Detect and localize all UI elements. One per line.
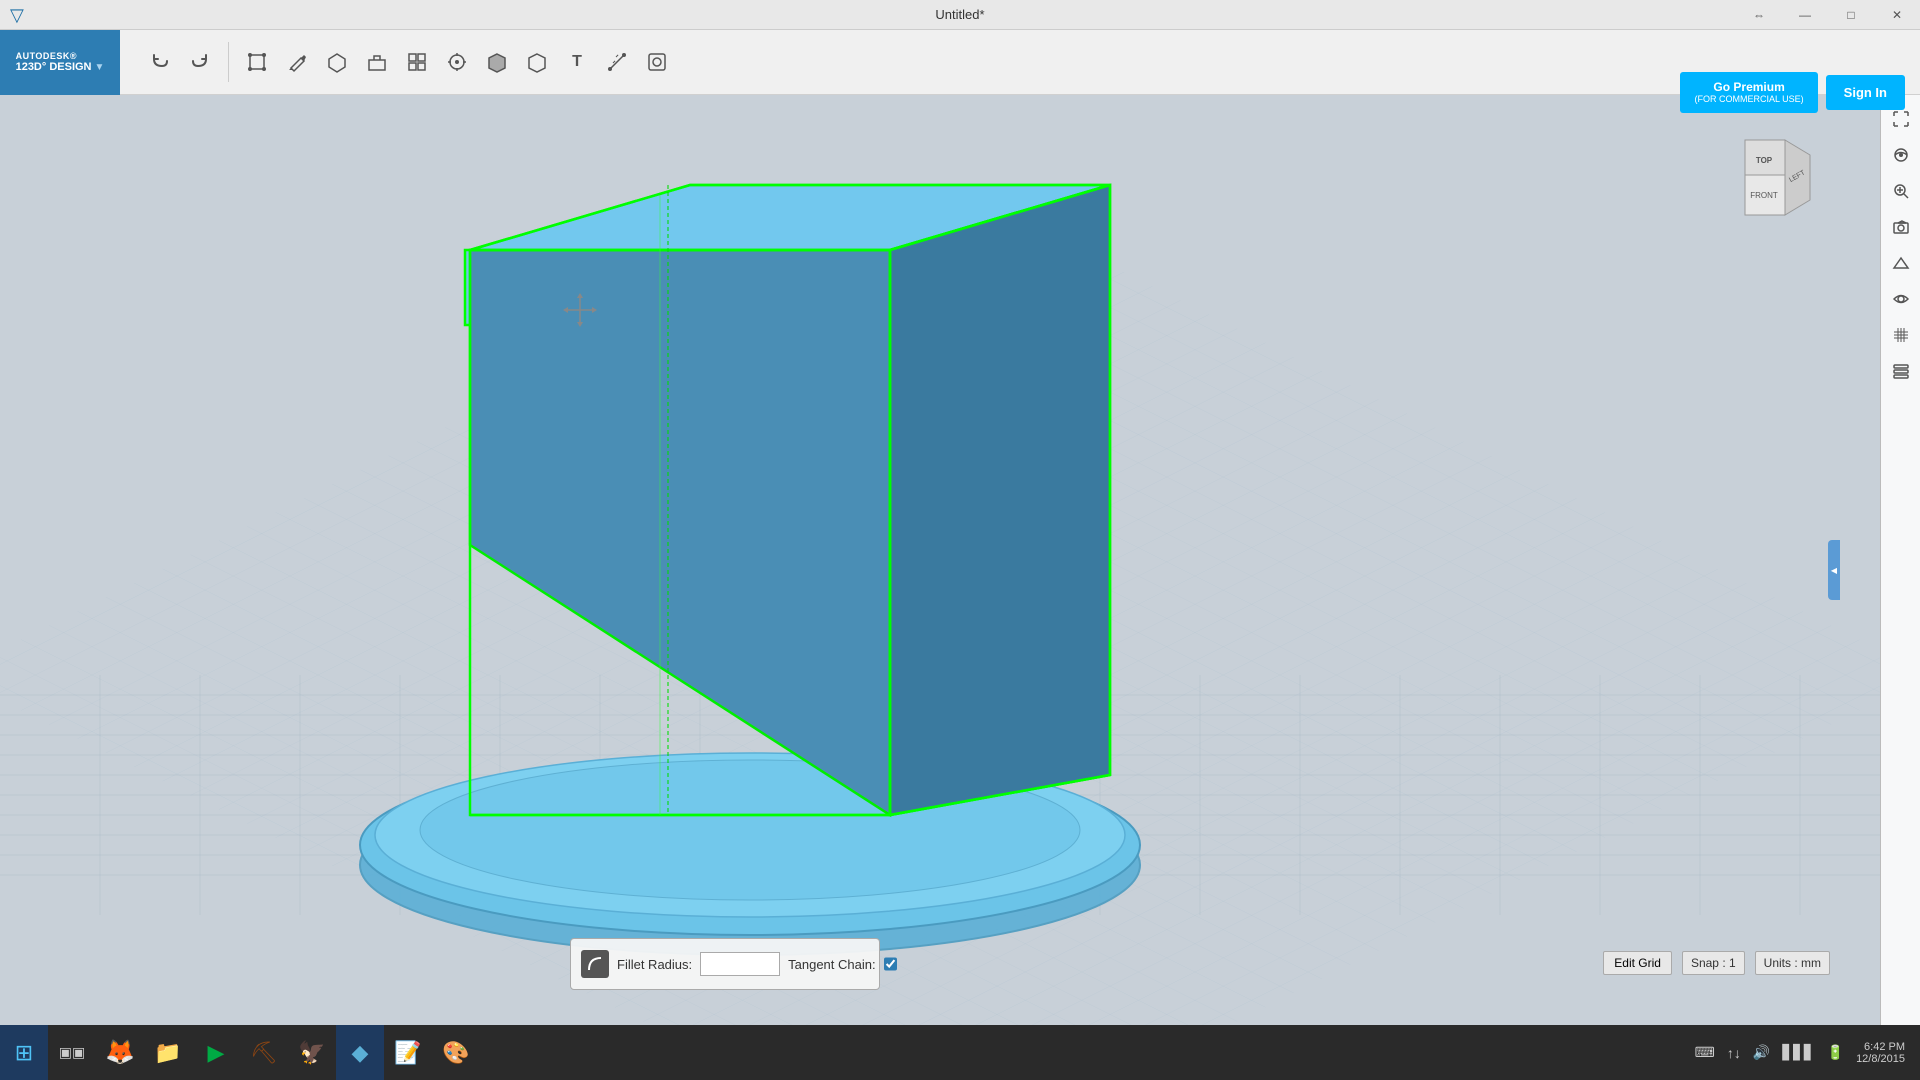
- taskbar: ⊞ ▣▣ 🦊 📁 ▶ ⛏ 🦅 ◆ 📝 🎨 ⌨ ↑↓ 🔊 ▋▋▋: [0, 1025, 1920, 1080]
- system-tray: ⌨ ↑↓ 🔊 ▋▋▋ 🔋 6:42 PM 12/8/2015: [1695, 1025, 1920, 1080]
- tangent-chain-checkbox[interactable]: [884, 955, 897, 973]
- window-controls: ⇔ — □ ✕: [1736, 0, 1920, 30]
- snap-info: Snap : 1: [1682, 951, 1745, 975]
- minimize-btn[interactable]: —: [1782, 0, 1828, 30]
- sketch-btn[interactable]: [279, 44, 315, 80]
- volume-icon: 🔊: [1753, 1044, 1770, 1061]
- premium-sublabel: (FOR COMMERCIAL USE): [1694, 94, 1803, 105]
- premium-label: Go Premium: [1713, 80, 1784, 94]
- pattern-btn[interactable]: [399, 44, 435, 80]
- paint-btn[interactable]: 🎨: [432, 1025, 480, 1080]
- 3d-scene: TOP FRONT LEFT: [0, 95, 1880, 1045]
- logo-area[interactable]: AUTODESK® 123D° DESIGN ▼: [0, 30, 120, 95]
- signal-icon: ▋▋▋: [1782, 1044, 1814, 1061]
- task-view-icon: ▣▣: [59, 1044, 85, 1061]
- solid-btn[interactable]: [479, 44, 515, 80]
- collapse-icon: ◀: [1831, 566, 1837, 575]
- media-icon: ▶: [208, 1040, 225, 1066]
- sep1: [228, 42, 229, 82]
- edit-grid-btn[interactable]: Edit Grid: [1603, 951, 1672, 975]
- grid-toggle-btn[interactable]: [1885, 319, 1917, 351]
- windows-icon: ⊞: [15, 1040, 33, 1066]
- date-display: 12/8/2015: [1856, 1053, 1905, 1065]
- time-display: 6:42 PM: [1864, 1041, 1905, 1053]
- window-title: Untitled*: [935, 7, 984, 22]
- primitives-btn[interactable]: [319, 44, 355, 80]
- zoom-btn[interactable]: [1885, 175, 1917, 207]
- media-player-btn[interactable]: ▶: [192, 1025, 240, 1080]
- restore-btn[interactable]: ⇔: [1736, 0, 1782, 30]
- maximize-btn[interactable]: □: [1828, 0, 1874, 30]
- fillet-radius-input[interactable]: [700, 952, 780, 976]
- clock-area: 6:42 PM 12/8/2015: [1856, 1041, 1905, 1065]
- camera-btn[interactable]: [1885, 211, 1917, 243]
- smart-scale-btn[interactable]: [239, 44, 275, 80]
- logo-dropdown-arrow[interactable]: ▼: [95, 62, 105, 73]
- premium-area: Go Premium (FOR COMMERCIAL USE) Sign In: [1680, 60, 1920, 125]
- snap-btn[interactable]: [439, 44, 475, 80]
- keyboard-icon: ⌨: [1695, 1044, 1715, 1061]
- eagle-btn[interactable]: 🦅: [288, 1025, 336, 1080]
- folder-icon: 📁: [154, 1040, 181, 1066]
- start-menu-btn[interactable]: ⊞: [0, 1025, 48, 1080]
- measure-btn[interactable]: [599, 44, 635, 80]
- units-info: Units : mm: [1755, 951, 1830, 975]
- text-icon: T: [572, 53, 582, 71]
- go-premium-btn[interactable]: Go Premium (FOR COMMERCIAL USE): [1680, 72, 1817, 113]
- object-list-btn[interactable]: [1885, 355, 1917, 387]
- grid-controls: Edit Grid Snap : 1 Units : mm: [1603, 951, 1830, 975]
- sign-in-btn[interactable]: Sign In: [1826, 75, 1905, 110]
- perspective-btn[interactable]: [1885, 247, 1917, 279]
- right-tools-panel: [1880, 95, 1920, 1045]
- close-btn[interactable]: ✕: [1874, 0, 1920, 30]
- tangent-chain-label: Tangent Chain:: [788, 957, 875, 972]
- task-view-btn[interactable]: ▣▣: [48, 1025, 96, 1080]
- title-bar: ▽ Untitled* ⇔ — □ ✕: [0, 0, 1920, 30]
- active-app-icon: ◆: [352, 1040, 369, 1066]
- main-toolbar: AUTODESK® 123D° DESIGN ▼ T: [0, 30, 1920, 95]
- logo-line1: AUTODESK®: [16, 51, 77, 61]
- minecraft-btn[interactable]: ⛏: [240, 1025, 288, 1080]
- app-icon: ▽: [10, 5, 24, 26]
- notes-btn[interactable]: 📝: [384, 1025, 432, 1080]
- visibility-btn[interactable]: [1885, 283, 1917, 315]
- surface-btn[interactable]: [519, 44, 555, 80]
- minecraft-icon: ⛏: [250, 1040, 278, 1066]
- battery-icon: 🔋: [1827, 1044, 1844, 1061]
- collapse-panel-tab[interactable]: ◀: [1828, 540, 1840, 600]
- fillet-radius-label: Fillet Radius:: [617, 957, 692, 972]
- notes-icon: 📝: [394, 1040, 421, 1066]
- active-app-btn[interactable]: ◆: [336, 1025, 384, 1080]
- eagle-icon: 🦅: [298, 1040, 325, 1066]
- orbit-btn[interactable]: [1885, 139, 1917, 171]
- redo-btn[interactable]: [182, 44, 218, 80]
- network-icon: ↑↓: [1727, 1045, 1741, 1061]
- import-btn[interactable]: [639, 44, 675, 80]
- paint-icon: 🎨: [442, 1040, 469, 1066]
- viewport[interactable]: TOP FRONT LEFT Edit Grid Snap : 1 Units …: [0, 95, 1880, 1045]
- undo-btn[interactable]: [142, 44, 178, 80]
- logo-line2: 123D° DESIGN: [16, 61, 92, 73]
- fillet-icon: [581, 950, 609, 978]
- modify-btn[interactable]: [359, 44, 395, 80]
- title-bar-left: ▽: [10, 0, 32, 30]
- text-btn[interactable]: T: [559, 44, 595, 80]
- fillet-toolbar: Fillet Radius: Tangent Chain:: [570, 938, 880, 990]
- file-explorer-btn[interactable]: 📁: [144, 1025, 192, 1080]
- browser-btn[interactable]: 🦊: [96, 1025, 144, 1080]
- browser-icon: 🦊: [105, 1038, 135, 1067]
